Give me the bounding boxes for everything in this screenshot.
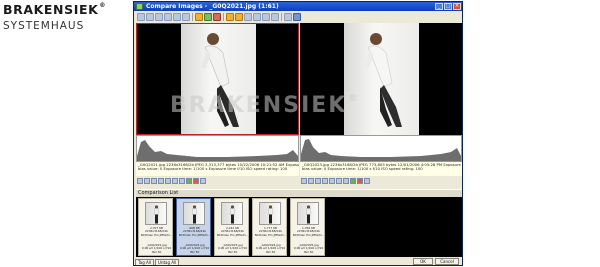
left-image-panel[interactable] <box>136 23 299 135</box>
next-icon[interactable] <box>200 178 206 184</box>
app-icon <box>136 3 143 10</box>
left-histogram <box>136 135 299 162</box>
ok-button[interactable]: OK <box>413 258 433 265</box>
comparison-list-header: Comparison List <box>136 189 462 197</box>
zoom-fit-icon[interactable] <box>164 13 172 21</box>
right-photo <box>344 23 419 135</box>
main-toolbar <box>135 12 461 22</box>
brand-name: BRAKENSIEK® <box>3 2 107 17</box>
tag-icon[interactable] <box>186 178 192 184</box>
zoom-out-icon[interactable] <box>155 13 163 21</box>
thumbnail-exif: _G0Q2024.jpg 0.00 eV 1/100 s f/10 ISO 50 <box>255 244 286 254</box>
refresh-icon[interactable] <box>204 13 212 21</box>
right-panel-toolbar <box>301 177 370 185</box>
thumbnail-image <box>221 202 243 225</box>
help-icon[interactable] <box>293 13 301 21</box>
untag-all-button[interactable]: Untag All <box>155 258 180 265</box>
open-icon[interactable] <box>137 13 145 21</box>
untag-icon[interactable] <box>235 13 243 21</box>
window-titlebar[interactable]: Compare Images - _G0Q2021.jpg (1:61) _ □… <box>134 2 462 11</box>
zoom-in-icon[interactable] <box>146 13 154 21</box>
brand-subtitle: SYSTEMHAUS <box>3 20 85 32</box>
histogram-icon[interactable] <box>336 178 342 184</box>
compare-images-window: Compare Images - _G0Q2021.jpg (1:61) _ □… <box>133 1 463 266</box>
rotate-icon[interactable] <box>301 178 307 184</box>
fit-icon[interactable] <box>158 178 164 184</box>
tag-icon[interactable] <box>226 13 234 21</box>
layout-icon[interactable] <box>244 13 252 21</box>
thumbnail-meta: 1,766 KB 2236x3168/24b NCDilian Pro JPEG… <box>292 227 325 237</box>
delete-icon[interactable] <box>193 178 199 184</box>
brand-logo: BRAKENSIEK® SYSTEMHAUS <box>3 2 131 32</box>
zoom-icon[interactable] <box>151 178 157 184</box>
grid-icon[interactable] <box>271 13 279 21</box>
right-image-panel[interactable] <box>300 23 462 135</box>
rotate-icon[interactable] <box>137 178 143 184</box>
comparison-list: 2,707 KB 2236x3168/24b NCDilian Pro JPEG… <box>136 197 462 257</box>
person-figure <box>364 33 402 127</box>
window-title: Compare Images - _G0Q2021.jpg (1:61) <box>146 3 279 10</box>
right-info-line2: bias value: 0 Exposure time: 1/100 s f/1… <box>302 166 423 172</box>
settings-icon[interactable] <box>284 13 292 21</box>
delete-icon[interactable] <box>357 178 363 184</box>
maximize-button[interactable]: □ <box>444 3 452 10</box>
flip-icon[interactable] <box>144 178 150 184</box>
selection-frame <box>136 23 299 135</box>
tag-all-button[interactable]: Tag All <box>135 258 155 265</box>
folder-icon[interactable] <box>195 13 203 21</box>
thumbnail-exif: _G0Q2022.jpg 0.00 eV 1/100 s f/10 ISO 50 <box>179 244 210 254</box>
comparison-item[interactable]: 1,766 KB 2236x3168/24b NCDilian Pro JPEG… <box>290 198 325 256</box>
left-panel-toolbar <box>137 177 206 185</box>
thumbnail-image <box>297 202 319 225</box>
cancel-button[interactable]: Cancel <box>435 258 459 265</box>
thumbnail-image <box>183 202 205 225</box>
toolbar-separator <box>281 13 282 21</box>
thumbnail-meta: 2,707 KB 2236x3168/24b NCDilian Pro JPEG… <box>140 227 173 237</box>
comparison-item[interactable]: 2,707 KB 2236x3168/24b NCDilian Pro JPEG… <box>138 198 173 256</box>
split-view-icon[interactable] <box>253 13 261 21</box>
thumbnail-image <box>259 202 281 225</box>
exif-icon[interactable] <box>343 178 349 184</box>
thumbnail-image <box>145 202 167 225</box>
thumbnail-exif: _G0Q2025.jpg 0.00 eV 1/100 s f/10 ISO 50 <box>293 244 324 254</box>
thumbnail-meta: 2,242 KB 2236x3168/24b NCDilian Pro JPEG… <box>216 227 249 237</box>
minimize-button[interactable]: _ <box>435 3 443 10</box>
fit-icon[interactable] <box>322 178 328 184</box>
histogram-icon[interactable] <box>172 178 178 184</box>
status-bar: Tag All Untag All OK Cancel <box>135 258 462 265</box>
next-icon[interactable] <box>364 178 370 184</box>
info-icon[interactable] <box>329 178 335 184</box>
comparison-item[interactable]: 1,777 KB 2236x3168/24b NCDilian Pro JPEG… <box>252 198 287 256</box>
close-button[interactable]: × <box>453 3 461 10</box>
flip-icon[interactable] <box>308 178 314 184</box>
comparison-item[interactable]: 2,242 KB 2236x3168/24b NCDilian Pro JPEG… <box>214 198 249 256</box>
info-icon[interactable] <box>165 178 171 184</box>
exif-icon[interactable] <box>179 178 185 184</box>
thumbnail-meta: 608 KB 2236x3168/24b NCDilian Pro JPEG/D… <box>178 227 211 237</box>
zoom-actual-icon[interactable] <box>173 13 181 21</box>
thumbnail-exif: _G0Q2021.jpg 0.00 eV 1/100 s f/10 ISO 50 <box>141 244 172 254</box>
toolbar-separator <box>223 13 224 21</box>
brand-watermark: BRAKENSIEK® <box>170 93 360 118</box>
left-image-info: _G0Q2021.jpg 2236x3168/2b JPEG 3,313,377… <box>136 162 299 176</box>
color-icon[interactable] <box>213 13 221 21</box>
thumbnail-meta: 1,777 KB 2236x3168/24b NCDilian Pro JPEG… <box>254 227 287 237</box>
pan-icon[interactable] <box>182 13 190 21</box>
right-image-info: _G0Q2023.jpg 2236x3168/2b JPEG 773,805 b… <box>300 162 462 176</box>
toolbar-separator <box>192 13 193 21</box>
thumbnail-exif: _G0Q2023.jpg 0.00 eV 1/100 s f/10 ISO 50 <box>217 244 248 254</box>
comparison-item[interactable]: 608 KB 2236x3168/24b NCDilian Pro JPEG/D… <box>176 198 211 256</box>
left-info-line2: bias value: 0 Exposure time: 1/100 s Exp… <box>138 166 288 172</box>
right-histogram <box>300 135 462 162</box>
zoom-icon[interactable] <box>315 178 321 184</box>
tag-icon[interactable] <box>350 178 356 184</box>
sync-icon[interactable] <box>262 13 270 21</box>
